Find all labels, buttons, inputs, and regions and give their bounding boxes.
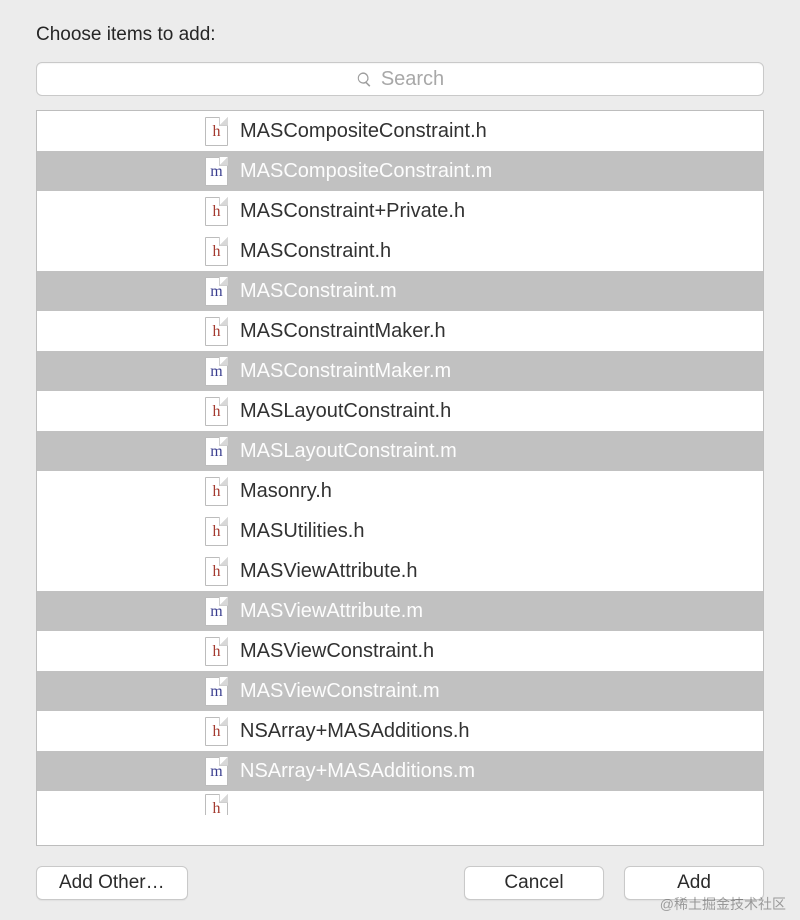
file-name: MASViewAttribute.h xyxy=(240,560,418,583)
file-name: MASConstraint.h xyxy=(240,240,391,263)
impl-file-icon: m xyxy=(205,597,228,626)
file-name: MASConstraintMaker.h xyxy=(240,320,446,343)
file-name: MASConstraintMaker.m xyxy=(240,360,451,383)
header-file-icon: h xyxy=(205,557,228,586)
file-row[interactable]: m MASConstraintMaker.m xyxy=(37,351,763,391)
file-row[interactable]: h MASConstraint.h xyxy=(37,231,763,271)
add-other-button[interactable]: Add Other… xyxy=(36,866,188,900)
impl-file-icon: m xyxy=(205,757,228,786)
file-row[interactable]: h xyxy=(37,791,763,815)
watermark: @稀土掘金技术社区 xyxy=(660,894,786,914)
file-row[interactable]: h MASLayoutConstraint.h xyxy=(37,391,763,431)
header-file-icon: h xyxy=(205,237,228,266)
file-list[interactable]: h MASCompositeConstraint.h m MASCompositeCo… xyxy=(36,110,764,846)
search-icon xyxy=(356,71,373,88)
file-row[interactable]: m NSArray+MASAdditions.m xyxy=(37,751,763,791)
file-row[interactable]: h MASCompositeConstraint.h xyxy=(37,111,763,151)
file-name: MASCompositeConstraint.h xyxy=(240,120,487,143)
file-row[interactable]: m MASViewConstraint.m xyxy=(37,671,763,711)
header-file-icon: h xyxy=(205,794,228,815)
search-input[interactable]: Search xyxy=(36,62,764,96)
file-row[interactable]: h MASUtilities.h xyxy=(37,511,763,551)
file-row[interactable]: h MASViewAttribute.h xyxy=(37,551,763,591)
search-placeholder: Search xyxy=(381,68,444,91)
button-bar: Add Other… Cancel Add xyxy=(36,846,764,900)
file-name: Masonry.h xyxy=(240,480,332,503)
file-row[interactable]: m MASCompositeConstraint.m xyxy=(37,151,763,191)
file-name: MASConstraint+Private.h xyxy=(240,200,465,223)
impl-file-icon: m xyxy=(205,677,228,706)
header-file-icon: h xyxy=(205,477,228,506)
header-file-icon: h xyxy=(205,397,228,426)
file-name: MASViewConstraint.m xyxy=(240,680,440,703)
impl-file-icon: m xyxy=(205,277,228,306)
file-name: MASConstraint.m xyxy=(240,280,397,303)
file-row[interactable]: h MASConstraintMaker.h xyxy=(37,311,763,351)
file-row[interactable]: h Masonry.h xyxy=(37,471,763,511)
impl-file-icon: m xyxy=(205,357,228,386)
file-row[interactable]: m MASViewAttribute.m xyxy=(37,591,763,631)
header-file-icon: h xyxy=(205,717,228,746)
header-file-icon: h xyxy=(205,637,228,666)
file-row[interactable]: h MASViewConstraint.h xyxy=(37,631,763,671)
file-row[interactable]: m MASLayoutConstraint.m xyxy=(37,431,763,471)
file-name: MASLayoutConstraint.m xyxy=(240,440,457,463)
choose-items-sheet: Choose items to add: Search h MASComposit… xyxy=(0,0,800,920)
file-name: MASCompositeConstraint.m xyxy=(240,160,492,183)
file-name: MASViewAttribute.m xyxy=(240,600,423,623)
file-row[interactable]: m MASConstraint.m xyxy=(37,271,763,311)
cancel-button[interactable]: Cancel xyxy=(464,866,604,900)
file-name: MASViewConstraint.h xyxy=(240,640,434,663)
file-name: MASUtilities.h xyxy=(240,520,364,543)
file-row[interactable]: h NSArray+MASAdditions.h xyxy=(37,711,763,751)
file-name: NSArray+MASAdditions.h xyxy=(240,720,470,743)
file-name: MASLayoutConstraint.h xyxy=(240,400,451,423)
impl-file-icon: m xyxy=(205,437,228,466)
file-row[interactable]: h MASConstraint+Private.h xyxy=(37,191,763,231)
impl-file-icon: m xyxy=(205,157,228,186)
header-file-icon: h xyxy=(205,117,228,146)
header-file-icon: h xyxy=(205,197,228,226)
header-file-icon: h xyxy=(205,317,228,346)
file-name: NSArray+MASAdditions.m xyxy=(240,760,475,783)
sheet-title: Choose items to add: xyxy=(36,24,764,46)
header-file-icon: h xyxy=(205,517,228,546)
